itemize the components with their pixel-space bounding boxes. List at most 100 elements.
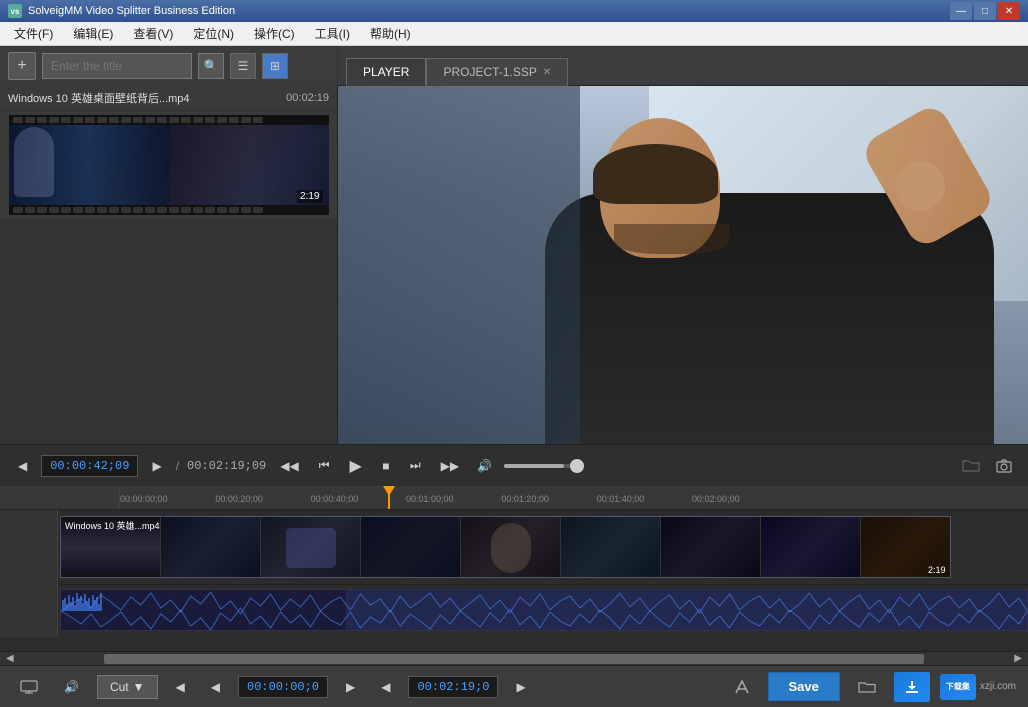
menu-help[interactable]: 帮助(H) [360, 22, 421, 46]
volume-slider[interactable] [504, 459, 584, 473]
film-hole [229, 117, 239, 123]
prev-segment-button[interactable]: ◀ [168, 676, 193, 698]
title-bar: vs SolveigMM Video Splitter Business Edi… [0, 0, 1028, 22]
monitor-icon [20, 680, 38, 694]
watermark-text: xzji.com [980, 681, 1016, 692]
file-list-item[interactable]: Windows 10 英雄桌面壁纸背后...mp4 00:02:19 [0, 86, 337, 111]
film-hole [85, 207, 95, 213]
minimize-button[interactable]: — [950, 2, 972, 20]
player-controls: ◀ 00:00:42;09 ▶ / 00:02:19;09 ◀◀ ⏮ ▶ ■ ⏭… [0, 444, 1028, 486]
clip-name: Windows 10 英雄...mp4 [65, 519, 160, 532]
list-view-button[interactable]: ☰ [230, 53, 256, 79]
next-mark-bottom-button[interactable]: ▶ [508, 676, 533, 698]
menu-file[interactable]: 文件(F) [4, 22, 63, 46]
menu-view[interactable]: 查看(V) [123, 22, 183, 46]
download-icon [905, 680, 919, 694]
add-media-button[interactable]: + [8, 52, 36, 80]
current-time-display[interactable]: 00:00:42;09 [41, 455, 138, 477]
prev-frame-button[interactable]: ◀ [12, 455, 33, 477]
volume-bottom-button[interactable]: 🔊 [56, 676, 87, 698]
tab-project[interactable]: PROJECT-1.SSP ✕ [426, 58, 568, 86]
bottom-toolbar: 🔊 Cut ▼ ◀ ◀ ▶ ◀ ▶ Save 下载集 [0, 665, 1028, 707]
film-hole [241, 207, 251, 213]
next-frame-button[interactable]: ▶ [146, 455, 167, 477]
audio-track [0, 585, 1028, 637]
film-hole [13, 117, 23, 123]
video-track: Windows 10 英雄...mp4 2:19 [0, 510, 1028, 585]
scrollbar-thumb[interactable] [104, 654, 923, 664]
video-content [338, 86, 1028, 444]
video-player[interactable] [338, 86, 1028, 444]
film-hole [253, 117, 263, 123]
film-hole [133, 117, 143, 123]
film-hole [145, 207, 155, 213]
close-button[interactable]: ✕ [998, 2, 1020, 20]
waveform [60, 589, 1028, 631]
tab-bar: PLAYER PROJECT-1.SSP ✕ [338, 46, 1028, 86]
film-hole [217, 117, 227, 123]
menu-bar: 文件(F) 编辑(E) 查看(V) 定位(N) 操作(C) 工具(I) 帮助(H… [0, 22, 1028, 46]
tab-player[interactable]: PLAYER [346, 58, 426, 86]
playhead[interactable] [388, 486, 390, 509]
left-panel: Windows 10 英雄桌面壁纸背后...mp4 00:02:19 [0, 86, 338, 444]
time-input[interactable] [238, 676, 328, 698]
film-hole [217, 207, 227, 213]
film-hole [253, 207, 263, 213]
timeline-ruler: 00:00:00;00 00:00:20;00 00:00:40;00 00:0… [0, 486, 1028, 510]
fast-forward-button[interactable]: ▶▶ [435, 455, 465, 477]
film-hole [205, 117, 215, 123]
folder-bottom-button[interactable] [850, 676, 884, 698]
next-mark-button[interactable]: ⏭ [404, 454, 427, 477]
list-icon: ☰ [238, 59, 249, 73]
total-time-input[interactable] [408, 676, 498, 698]
cut-button[interactable]: Cut ▼ [97, 675, 158, 699]
horizontal-scrollbar[interactable]: ◀ ▶ [0, 651, 1028, 665]
search-input[interactable] [42, 53, 192, 79]
volume-button[interactable]: 🔊 [473, 455, 496, 477]
ruler-mark-2: 00:00:40;00 [311, 494, 359, 504]
rewind-button[interactable]: ◀◀ [274, 455, 304, 477]
maximize-button[interactable]: □ [974, 2, 996, 20]
film-hole [61, 207, 71, 213]
menu-locate[interactable]: 定位(N) [183, 22, 244, 46]
next-segment-button[interactable]: ◀ [373, 676, 398, 698]
play-button[interactable]: ▶ [344, 452, 368, 480]
save-button[interactable]: Save [768, 672, 840, 701]
film-hole [37, 117, 47, 123]
file-thumbnail[interactable]: 2:19 [9, 115, 329, 215]
ruler-marks: 00:00:00;00 00:00:20;00 00:00:40;00 00:0… [120, 486, 1028, 509]
film-hole [109, 207, 119, 213]
film-hole [121, 117, 131, 123]
film-hole [205, 207, 215, 213]
download-button[interactable] [894, 672, 930, 702]
prev-mark-button[interactable]: ⏮ [313, 454, 336, 477]
film-hole [85, 117, 95, 123]
scroll-left-arrow[interactable]: ◀ [2, 653, 18, 664]
film-hole [97, 117, 107, 123]
film-hole [169, 117, 179, 123]
film-hole [181, 117, 191, 123]
film-hole [181, 207, 191, 213]
menu-edit[interactable]: 编辑(E) [63, 22, 123, 46]
screenshot-button[interactable] [992, 455, 1016, 477]
search-button[interactable]: 🔍 [198, 53, 224, 79]
menu-tools[interactable]: 工具(I) [305, 22, 360, 46]
film-hole [25, 207, 35, 213]
folder-icon-button[interactable] [958, 455, 984, 477]
stop-button[interactable]: ■ [376, 455, 396, 477]
mark-in-button[interactable]: ◀ [203, 676, 228, 698]
film-hole [169, 207, 179, 213]
monitor-button[interactable] [12, 676, 46, 698]
video-clip[interactable]: Windows 10 英雄...mp4 2:19 [60, 516, 951, 578]
film-strip-bottom [9, 205, 329, 215]
mark-out-button[interactable]: ▶ [338, 676, 363, 698]
film-hole [37, 207, 47, 213]
menu-operate[interactable]: 操作(C) [244, 22, 305, 46]
trim-icon [734, 679, 750, 695]
scroll-right-arrow[interactable]: ▶ [1010, 653, 1026, 664]
grid-view-button[interactable]: ⊞ [262, 53, 288, 79]
trim-button[interactable] [726, 675, 758, 699]
film-hole [241, 117, 251, 123]
tab-close-icon[interactable]: ✕ [543, 67, 551, 78]
thumbnail-duration: 2:19 [297, 190, 322, 203]
